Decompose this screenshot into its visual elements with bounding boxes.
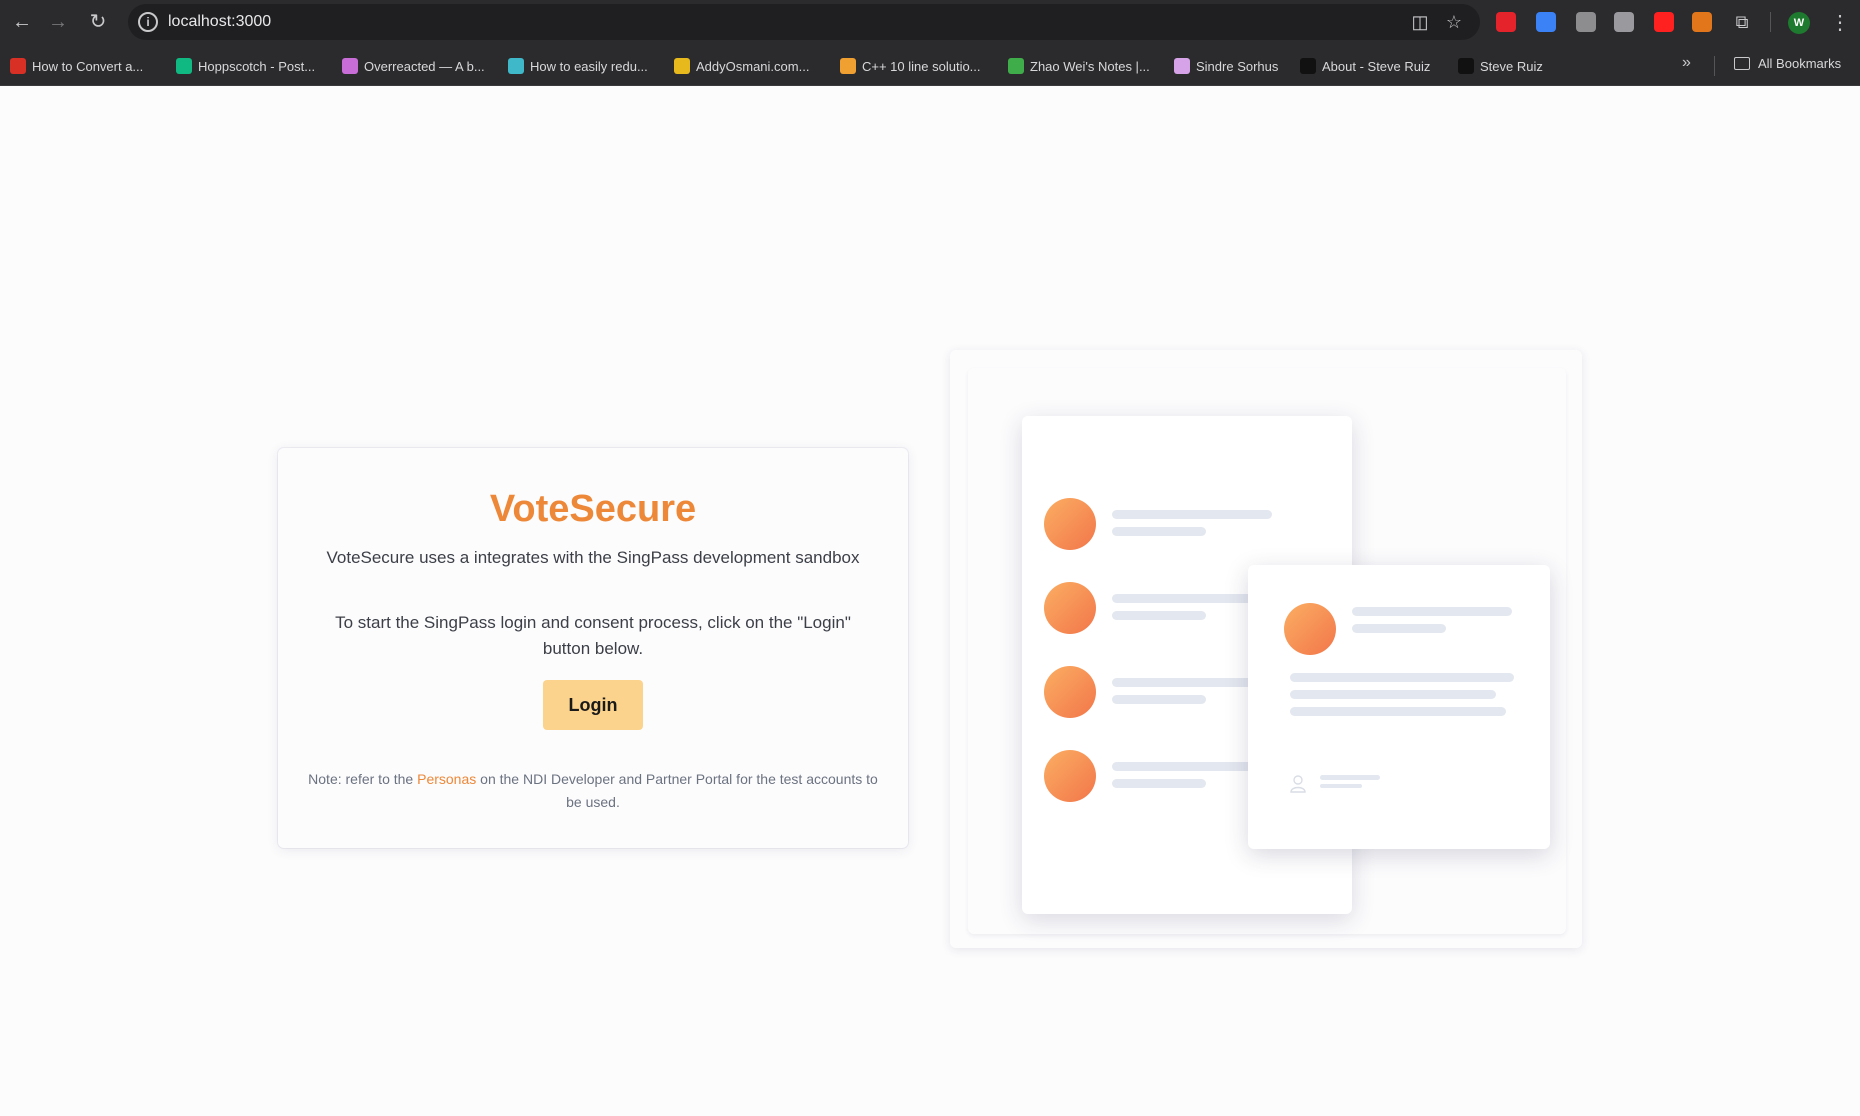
forward-icon[interactable]: → [44,8,72,36]
profile-line [1290,673,1514,682]
list-avatar-dot [1044,750,1096,802]
profile-avatar-dot [1284,603,1336,655]
bookmark-label: Sindre Sorhus [1196,58,1279,74]
illustration-profile-document [1248,565,1550,849]
bookmark-label: How to Convert a... [32,58,144,74]
bookmark-label: Hoppscotch - Post... [198,58,316,74]
globe-extension-icon[interactable] [1576,12,1596,32]
bookmark-favicon-icon [674,58,690,74]
compass-extension-icon[interactable] [1536,12,1556,32]
illustration-frame [968,368,1566,934]
bookmark-item[interactable]: How to Convert a... [10,56,143,76]
bookmark-favicon-icon [1458,58,1474,74]
youtube-extension-icon[interactable] [1654,12,1674,32]
profile-line [1290,707,1506,716]
bookmark-label: C++ 10 line solutio... [862,58,981,74]
intro-text: VoteSecure uses a integrates with the Si… [326,548,860,567]
page-content: VoteSecure VoteSecure uses a integrates … [0,86,1860,1116]
bookmark-favicon-icon [1174,58,1190,74]
profile-line [1320,784,1362,788]
bookmark-favicon-icon [1008,58,1024,74]
profile-avatar[interactable]: W [1788,12,1810,34]
list-avatar-dot [1044,498,1096,550]
bookmark-item[interactable]: Hoppscotch - Post... [176,56,315,76]
profile-line [1352,607,1512,616]
bookmark-item[interactable]: C++ 10 line solutio... [840,56,981,76]
list-line [1112,527,1206,536]
address-bar[interactable]: i localhost:3000 ◫ ☆ [128,4,1480,40]
browser-toolbar: ← → ↻ i localhost:3000 ◫ ☆ ⧉ W ⋮ [0,0,1860,44]
url-text[interactable]: localhost:3000 [168,13,271,31]
bookmark-favicon-icon [508,58,524,74]
bookmark-label: Overreacted — A b... [364,58,485,74]
extensions-puzzle-icon[interactable]: ⧉ [1730,12,1754,32]
bookmark-star-icon[interactable]: ☆ [1442,12,1466,32]
bookmark-item[interactable]: Zhao Wei's Notes |... [1008,56,1150,76]
more-bookmarks-icon[interactable]: » [1682,54,1691,72]
profile-line [1290,690,1496,699]
note-prefix: Note: refer to the [308,771,418,787]
bookmark-favicon-icon [840,58,856,74]
back-icon[interactable]: ← [8,8,36,36]
note-text: Note: refer to the Personas on the NDI D… [308,768,878,814]
bookmark-label: Zhao Wei's Notes |... [1030,58,1150,74]
profile-line [1320,775,1380,780]
folder-icon [1734,57,1750,70]
bookmark-favicon-icon [342,58,358,74]
instructions-text: To start the SingPass login and consent … [335,613,851,658]
list-line [1112,611,1206,620]
bookmark-favicon-icon [176,58,192,74]
bookmark-item[interactable]: How to easily redu... [508,56,648,76]
bookmarks-divider [1714,56,1715,76]
bookmark-item[interactable]: Sindre Sorhus [1174,56,1278,76]
bookmark-item[interactable]: Steve Ruiz [1458,56,1543,76]
all-bookmarks-button[interactable]: All Bookmarks [1734,56,1841,71]
all-bookmarks-label: All Bookmarks [1758,56,1842,71]
stop-extension-icon[interactable] [1496,12,1516,32]
reload-icon[interactable]: ↻ [84,8,112,36]
bookmark-item[interactable]: About - Steve Ruiz [1300,56,1430,76]
bookmarks-bar: How to Convert a... Hoppscotch - Post... O… [0,44,1860,86]
user-icon [1290,775,1306,793]
bookmark-label: Steve Ruiz [1480,58,1543,74]
bookmark-favicon-icon [10,58,26,74]
note-suffix: on the NDI Developer and Partner Portal … [476,771,878,810]
metamask-extension-icon[interactable] [1692,12,1712,32]
list-line [1112,510,1272,519]
install-app-icon[interactable]: ◫ [1408,12,1432,32]
toolbar-divider [1770,12,1771,32]
login-card: VoteSecure VoteSecure uses a integrates … [278,448,908,848]
bookmark-item[interactable]: AddyOsmani.com... [674,56,809,76]
bookmark-favicon-icon [1300,58,1316,74]
profile-line [1352,624,1446,633]
personas-link[interactable]: Personas [417,771,476,787]
illustration [950,350,1582,948]
app-title: VoteSecure [489,488,697,530]
bookmark-label: AddyOsmani.com... [696,58,810,74]
bookmark-label: How to easily redu... [530,58,648,74]
list-avatar-dot [1044,666,1096,718]
list-avatar-dot [1044,582,1096,634]
bookmark-label: About - Steve Ruiz [1322,58,1431,74]
login-button[interactable]: Login [543,680,643,730]
list-line [1112,779,1206,788]
list-line [1112,695,1206,704]
browser-menu-icon[interactable]: ⋮ [1830,10,1850,36]
zed-extension-icon[interactable] [1614,12,1634,32]
site-info-icon[interactable]: i [138,12,158,32]
bookmark-item[interactable]: Overreacted — A b... [342,56,485,76]
